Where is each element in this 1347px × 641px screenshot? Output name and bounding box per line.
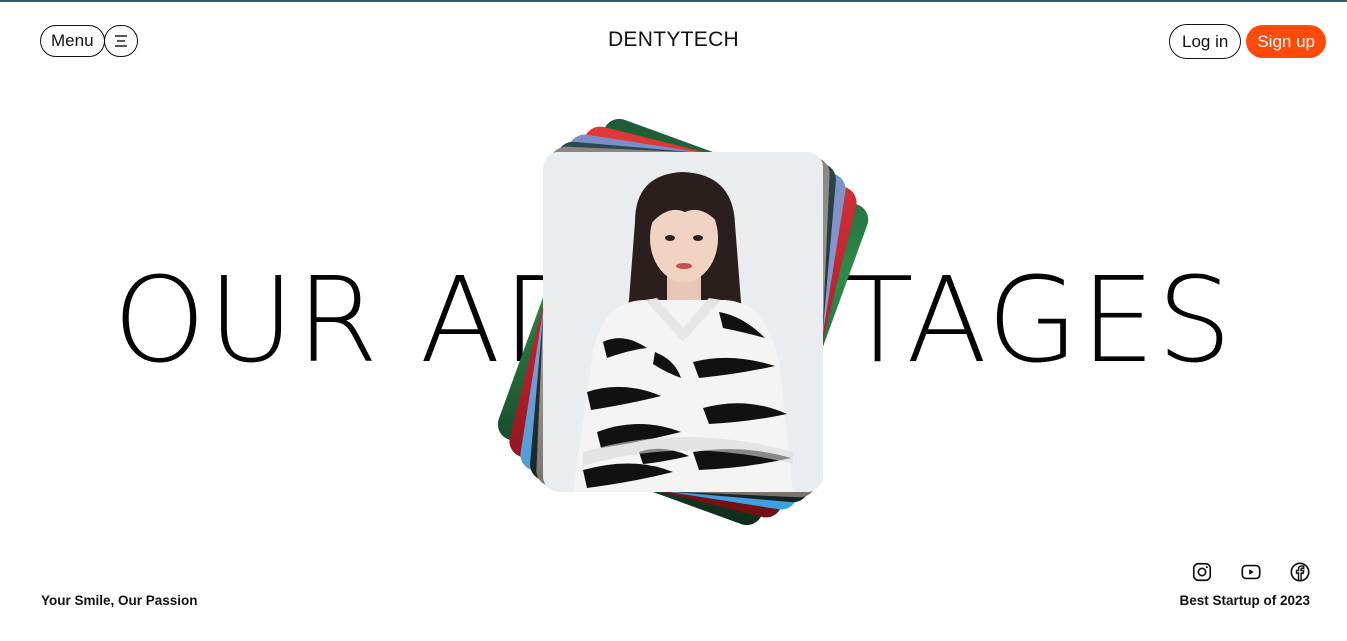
instagram-icon[interactable] [1191,561,1213,583]
social-links [1191,561,1311,583]
facebook-icon[interactable] [1289,561,1311,583]
portrait-photo [543,152,823,492]
award-badge: Best Startup of 2023 [1179,593,1310,608]
image-card-stack [0,0,1347,641]
youtube-icon[interactable] [1240,561,1262,583]
portrait-illustration [543,152,823,492]
footer-tagline: Your Smile, Our Passion [41,593,198,608]
